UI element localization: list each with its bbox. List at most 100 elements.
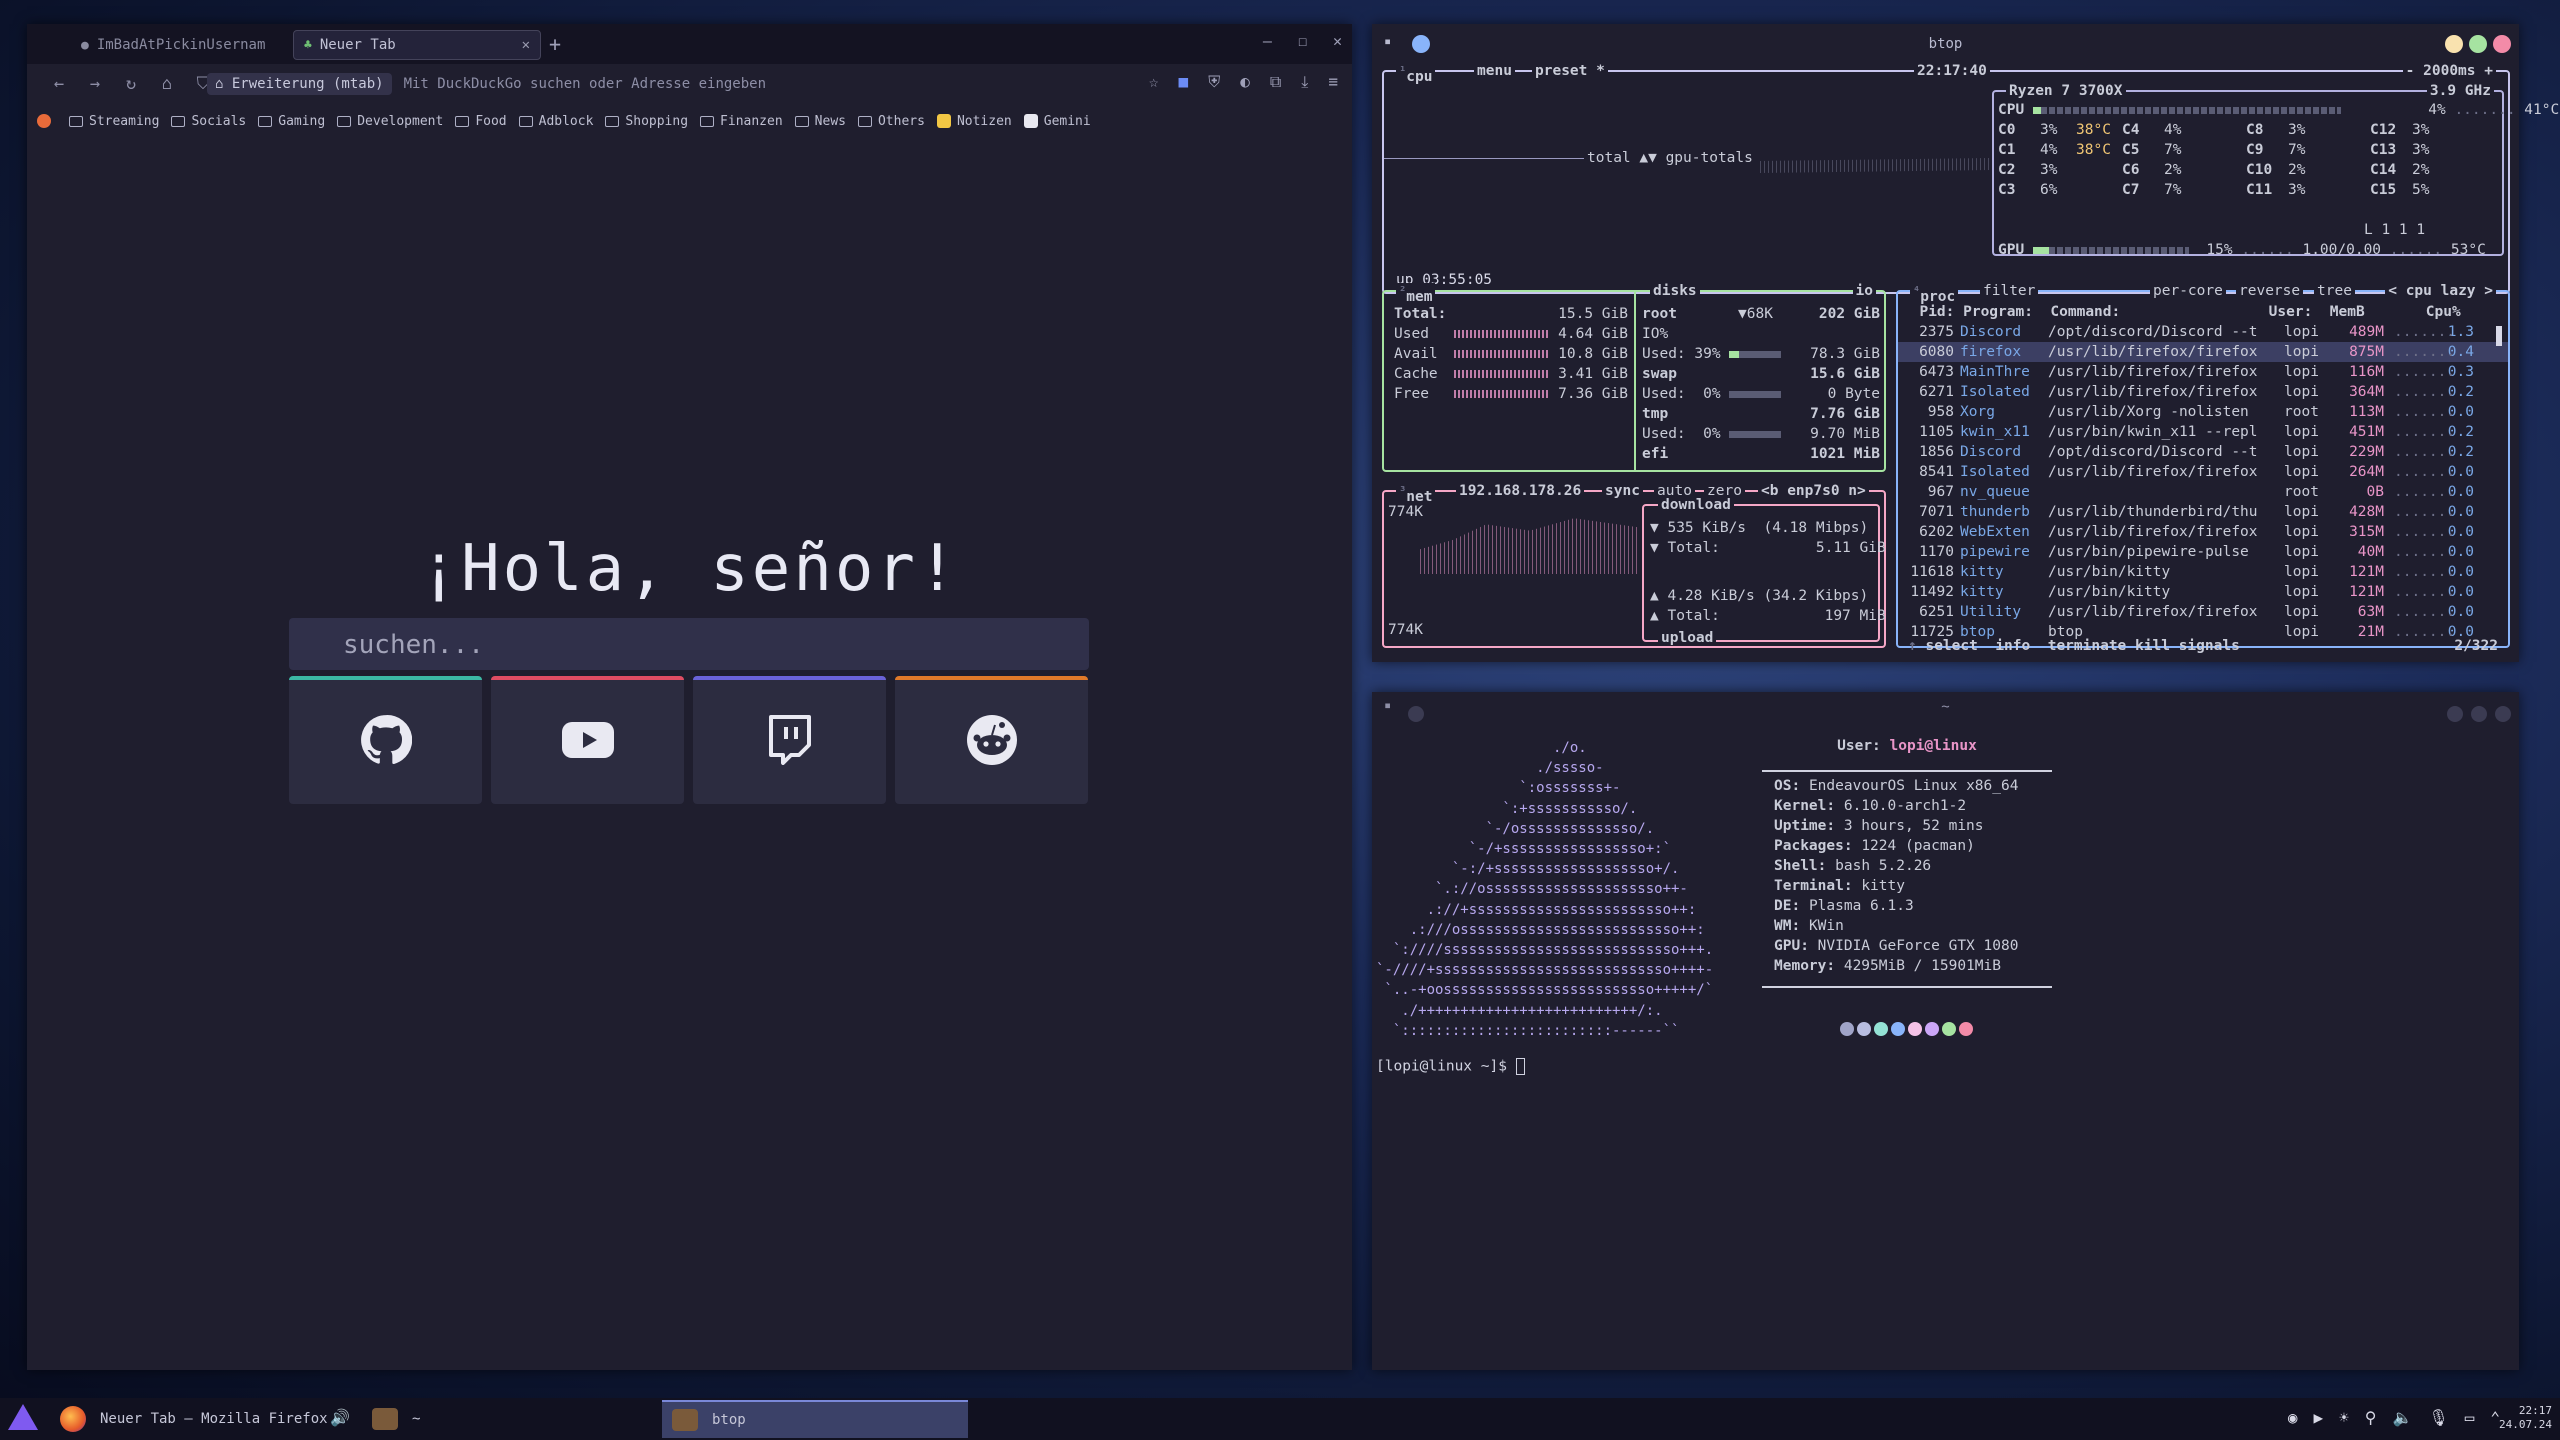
close-icon[interactable] — [2493, 35, 2511, 53]
forward-icon[interactable]: → — [77, 74, 113, 94]
mask-icon[interactable]: ◐ — [1240, 72, 1250, 92]
discord-icon[interactable]: ◉ — [2288, 1408, 2298, 1427]
scrollbar[interactable] — [2496, 326, 2502, 346]
menu-icon[interactable]: ≡ — [1328, 72, 1338, 92]
url-bar[interactable]: ⌂ Erweiterung (mtab) Mit DuckDuckGo such… — [207, 70, 766, 98]
launcher-icon[interactable] — [8, 1404, 38, 1430]
update-interval[interactable]: - 2000ms + — [2402, 63, 2496, 79]
bookmark-folder-socials[interactable]: Socials — [171, 114, 246, 129]
clock[interactable]: 22:17 24.07.24 — [2499, 1404, 2552, 1432]
reverse-toggle[interactable]: reverse — [2236, 283, 2304, 299]
proc-row[interactable]: 6271 Isolated/usr/lib/firefox/firefox lopi… — [1898, 382, 2508, 402]
per-core-toggle[interactable]: per-core — [2150, 283, 2226, 299]
proc-row[interactable]: 958 Xorg/usr/lib/Xorg -nolisten root 113M 0.… — [1898, 402, 2508, 422]
cpu-label[interactable]: ¹cpu — [1396, 63, 1436, 85]
mem-label[interactable]: ²mem — [1396, 283, 1436, 305]
proc-row[interactable]: 1170 pipewire/usr/bin/pipewire-pulse lopi 4… — [1898, 542, 2508, 562]
maximize-icon[interactable]: ☐ — [1298, 32, 1307, 50]
gpu-graph — [1760, 158, 1990, 173]
search-input[interactable]: suchen... — [289, 618, 1089, 670]
kill-button[interactable]: kill — [2135, 638, 2170, 654]
bookmark-gemini[interactable]: Gemini — [1023, 114, 1091, 129]
volume-icon[interactable]: 🔈 — [2392, 1408, 2412, 1427]
microphone-icon[interactable]: 🎙 — [2428, 1408, 2448, 1427]
shell-prompt[interactable]: [lopi@linux ~]$ — [1376, 1058, 1525, 1075]
tab-new-tab[interactable]: ♣ Neuer Tab ✕ — [293, 30, 541, 60]
pin-icon[interactable] — [1412, 35, 1430, 53]
minimize-icon[interactable]: — — [1263, 32, 1272, 50]
io-toggle[interactable]: io — [1852, 283, 1876, 299]
preset-button[interactable]: preset * — [1532, 63, 1608, 79]
info-button[interactable]: info — [1995, 638, 2030, 654]
menu-button[interactable]: menu — [1474, 63, 1515, 79]
bookmark-folder-others[interactable]: Others — [857, 114, 925, 129]
maximize-icon[interactable] — [2469, 35, 2487, 53]
proc-row[interactable]: 1856 Discord/opt/discord/Discord --t lopi 2… — [1898, 442, 2508, 462]
bookmark-notizen[interactable]: Notizen — [936, 114, 1012, 129]
signals-button[interactable]: signals — [2179, 638, 2240, 654]
audio-playing-icon[interactable]: 🔊 — [330, 1408, 350, 1427]
proc-row[interactable]: 8541 Isolated/usr/lib/firefox/firefox lopi… — [1898, 462, 2508, 482]
disks-label[interactable]: disks — [1650, 283, 1700, 299]
taskbar-btop[interactable]: btop — [662, 1400, 968, 1438]
tree-toggle[interactable]: tree — [2314, 283, 2355, 299]
proc-filter[interactable]: filter — [1980, 283, 2039, 299]
taskbar-firefox[interactable]: Neuer Tab — Mozilla Firefox — [50, 1400, 350, 1438]
proc-row[interactable]: 967 nv_queue root 0B 0.0....... — [1898, 482, 2508, 502]
new-tab-button[interactable]: + — [549, 32, 561, 56]
tab-github[interactable]: ● ImBadAtPickinUsernam ✕ — [71, 30, 311, 60]
bookmark-folder-gaming[interactable]: Gaming — [258, 114, 325, 129]
twitch-tile[interactable] — [693, 676, 886, 804]
media-icon[interactable]: ▶ — [2313, 1408, 2323, 1427]
bookmark-folder-adblock[interactable]: Adblock — [518, 114, 593, 129]
net-interface[interactable]: <b enp7s0 n> — [1758, 483, 1869, 499]
location-icon[interactable]: ⚲ — [2365, 1408, 2377, 1427]
maximize-icon[interactable] — [2471, 706, 2487, 722]
bookmark-folder-finanzen[interactable]: Finanzen — [700, 114, 783, 129]
extensions-puzzle-icon[interactable]: ⧉ — [1270, 72, 1281, 92]
github-tile[interactable] — [289, 676, 482, 804]
proc-row[interactable]: 11492 kitty/usr/bin/kitty lopi 121M 0.0.....… — [1898, 582, 2508, 602]
sysinfo-key: Terminal: — [1774, 878, 1853, 894]
reload-icon[interactable]: ↻ — [113, 74, 149, 94]
proc-program: thunderb — [1960, 504, 2030, 520]
bookmark-folder-food[interactable]: Food — [455, 114, 507, 129]
proc-row[interactable]: 6473 MainThre/usr/lib/firefox/firefox lopi… — [1898, 362, 2508, 382]
close-icon[interactable]: ✕ — [1333, 32, 1342, 50]
minimize-icon[interactable] — [2445, 35, 2463, 53]
sort-selector[interactable]: < cpu lazy > — [2385, 283, 2496, 299]
bookmark-folder-news[interactable]: News — [794, 114, 846, 129]
net-sync-toggle[interactable]: sync — [1602, 483, 1643, 499]
minimize-icon[interactable] — [2447, 706, 2463, 722]
youtube-tile[interactable] — [491, 676, 684, 804]
ublock-icon[interactable]: ⛨ — [1208, 72, 1220, 92]
proc-row[interactable]: 6251 Utility/usr/lib/firefox/firefox lopi 6… — [1898, 602, 2508, 622]
bookmark-folder-development[interactable]: Development — [337, 114, 443, 129]
tab-label: Neuer Tab — [319, 37, 396, 53]
proc-row[interactable]: 7071 thunderb/usr/lib/thunderbird/thu lopi… — [1898, 502, 2508, 522]
weather-icon[interactable]: ☀ — [2339, 1408, 2349, 1427]
extension-button[interactable]: ⌂ Erweiterung (mtab) — [207, 73, 392, 95]
bookmark-folder-shopping[interactable]: Shopping — [605, 114, 688, 129]
proc-row[interactable]: 2375 Discord/opt/discord/Discord --t lopi 4… — [1898, 322, 2508, 342]
taskbar-kitty-home[interactable]: ~ — [362, 1400, 662, 1438]
proc-row[interactable]: 11618 kitty/usr/bin/kitty lopi 121M 0.0.....… — [1898, 562, 2508, 582]
proc-row[interactable]: 1105 kwin_x11/usr/bin/kwin_x11 --repl lopi… — [1898, 422, 2508, 442]
bookmark-folder-streaming[interactable]: Streaming — [69, 114, 159, 129]
proc-row[interactable]: 6202 WebExten/usr/lib/firefox/firefox lopi… — [1898, 522, 2508, 542]
extension-badge-icon[interactable]: ■ — [1179, 72, 1189, 92]
select-button[interactable]: select — [1925, 638, 1977, 654]
display-icon[interactable]: ▭ — [2465, 1408, 2475, 1427]
terminate-button[interactable]: terminate — [2048, 638, 2127, 654]
core-pct: 2% — [2412, 162, 2430, 178]
home-icon[interactable]: ⌂ — [149, 74, 185, 94]
close-icon[interactable] — [2495, 706, 2511, 722]
reddit-tile[interactable] — [895, 676, 1088, 804]
pin-icon[interactable] — [1408, 706, 1424, 722]
bookmark-star-icon[interactable]: ☆ — [1149, 72, 1159, 92]
proc-row[interactable]: 6080 firefox/usr/lib/firefox/firefox lopi 8… — [1898, 342, 2508, 362]
firefox-bookmark-icon[interactable] — [37, 114, 57, 128]
back-icon[interactable]: ← — [41, 74, 77, 94]
close-tab-icon[interactable]: ✕ — [522, 37, 530, 53]
download-icon[interactable]: ⤓ — [1301, 72, 1308, 92]
